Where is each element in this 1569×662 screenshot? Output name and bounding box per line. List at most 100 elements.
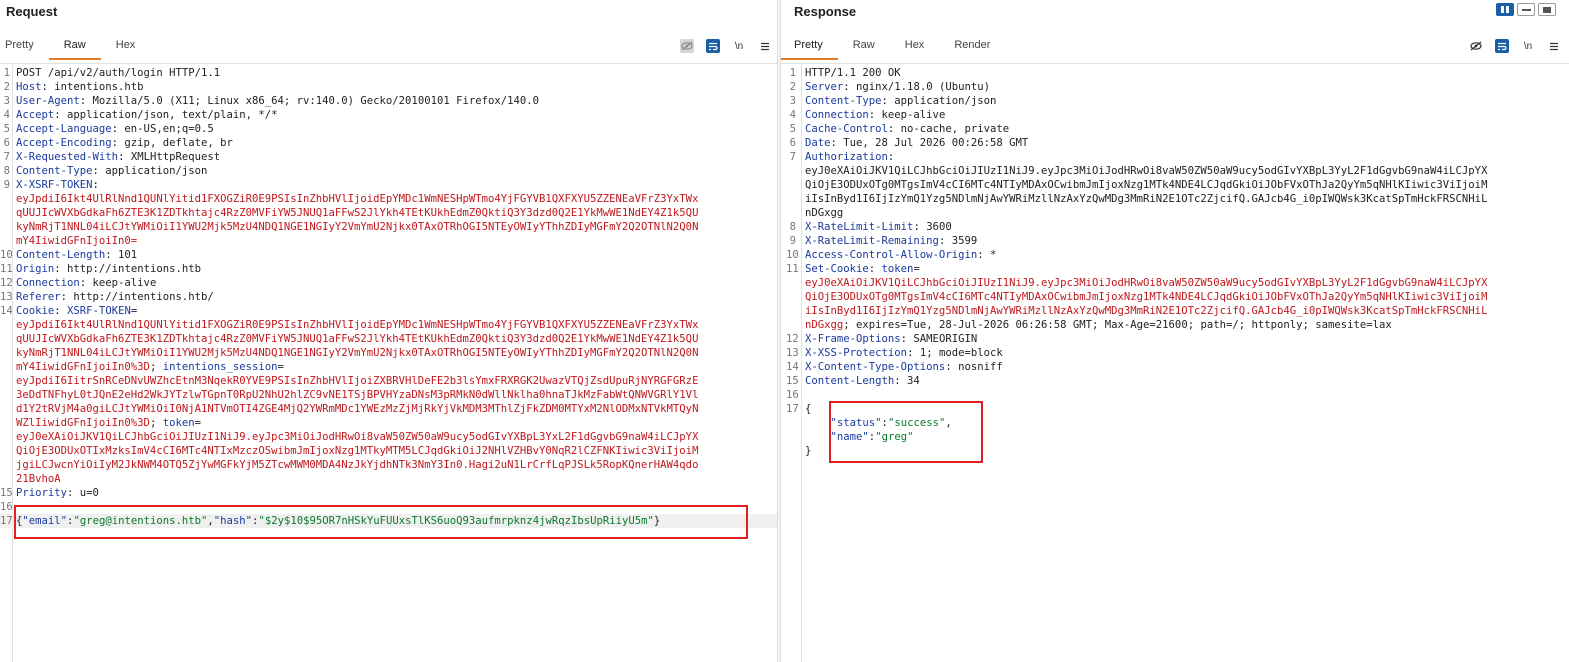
line-number: 5: [789, 123, 796, 135]
code-token: HTTP/1.1 200 OK: [805, 67, 901, 79]
request-pane: Request Pretty Raw Hex \n 1 POST /api/v2/…: [0, 0, 777, 662]
code-token: X-Requested-With: [16, 151, 119, 163]
editor-line: QiOjE3ODUxOTg0MTgsImV4cCI6MTc4NTIyMDAxOC…: [781, 290, 1569, 304]
request-editor[interactable]: 1 POST /api/v2/auth/login HTTP/1.1 2 Host: …: [0, 66, 777, 528]
editor-line: mY4IiwidGFnIjoiIn0=: [0, 234, 777, 248]
line-code: Content-Length: 34: [805, 374, 920, 388]
code-token: :: [868, 263, 882, 275]
wrap-lines-icon[interactable]: [1495, 39, 1509, 53]
layout-toggle: [1493, 3, 1556, 16]
menu-icon[interactable]: [1547, 39, 1561, 53]
editor-line: 15 Priority: u=0: [0, 486, 777, 500]
code-token: : 101: [105, 249, 138, 261]
split-vertical-icon[interactable]: [1517, 3, 1535, 16]
line-number: 15: [0, 487, 13, 499]
line-code: Content-Length: 101: [16, 248, 137, 262]
line-code: qUUJIcWVXbGdkaFh6ZTE3K1ZDTkhtajc4RzZ0MVF…: [16, 206, 698, 220]
menu-icon[interactable]: [758, 39, 772, 53]
tab-response-raw[interactable]: Raw: [838, 34, 890, 60]
code-token: ;: [149, 361, 163, 373]
line-code: Referer: http://intentions.htb/: [16, 290, 214, 304]
tab-response-pretty[interactable]: Pretty: [781, 34, 838, 60]
split-horizontal-icon[interactable]: [1496, 3, 1514, 16]
editor-line: 21BvhoA: [0, 472, 777, 486]
line-code: X-Requested-With: XMLHttpRequest: [16, 150, 220, 164]
code-token: qUUJIcWVXbGdkaFh6ZTE3K1ZDTkhtajc4RzZ0MVF…: [16, 333, 699, 345]
line-code: mY4IiwidGFnIjoiIn0%3D; intentions_sessio…: [16, 360, 284, 374]
line-code: eyJ0eXAiOiJKV1QiLCJhbGciOiJIUzI1NiJ9.eyJ…: [805, 276, 1487, 290]
code-token: XSRF-TOKEN: [67, 305, 131, 317]
editor-line: QiOjE3ODUxOTg0MTgsImV4cCI6MTc4NTIyMDAxOC…: [781, 178, 1569, 192]
response-tabs: Pretty Raw Hex Render: [781, 34, 1005, 60]
line-number: 8: [3, 165, 10, 177]
editor-line: 11 Origin: http://intentions.htb: [0, 262, 777, 276]
code-token: Connection: [16, 277, 80, 289]
editor-line: 1 POST /api/v2/auth/login HTTP/1.1: [0, 66, 777, 80]
code-token: :: [54, 305, 68, 317]
tab-request-pretty[interactable]: Pretty: [0, 34, 49, 60]
line-number: 7: [789, 151, 796, 163]
code-token: QiOjE3ODUxOTg0MTgsImV4cCI6MTc4NTIyMDAxOC…: [805, 179, 1488, 191]
editor-line: 1 HTTP/1.1 200 OK: [781, 66, 1569, 80]
editor-line: 16: [781, 388, 1569, 402]
line-code: X-XSS-Protection: 1; mode=block: [805, 346, 1003, 360]
code-token: jgiLCJwcnYiOiIyM2JkNWM4OTQ5ZjYwMGFkYjM5Z…: [16, 459, 699, 471]
code-token: : http://intentions.htb/: [60, 291, 214, 303]
line-code: qUUJIcWVXbGdkaFh6ZTE3K1ZDTkhtajc4RzZ0MVF…: [16, 332, 698, 346]
editor-line: 8 Content-Type: application/json: [0, 164, 777, 178]
code-token: Content-Length: [16, 249, 106, 261]
request-toolbar: \n: [680, 39, 777, 53]
tab-response-hex[interactable]: Hex: [890, 34, 940, 60]
editor-line: 15 Content-Length: 34: [781, 374, 1569, 388]
line-number: 1: [3, 67, 10, 79]
wrap-lines-icon[interactable]: [706, 39, 720, 53]
line-number: 11: [0, 263, 13, 275]
line-code: Access-Control-Allow-Origin: *: [805, 248, 996, 262]
editor-line: 7 X-Requested-With: XMLHttpRequest: [0, 150, 777, 164]
code-token: :: [92, 179, 99, 191]
line-code: Server: nginx/1.18.0 (Ubuntu): [805, 80, 990, 94]
line-number: 2: [3, 81, 10, 93]
line-number: 17: [786, 403, 799, 415]
line-number: 4: [789, 109, 796, 121]
editor-line: iIsInByd1I6IjIzYmQ1Yzg5NDlmNjAwYWRiMzllN…: [781, 304, 1569, 318]
single-pane-icon[interactable]: [1538, 3, 1556, 16]
line-code: X-Frame-Options: SAMEORIGIN: [805, 332, 977, 346]
editor-line: QiOjE3ODUxOTIxMzksImV4cCI6MTc4NTIxMzczOS…: [0, 444, 777, 458]
code-token: kyNmRjT1NNL04iLCJtYWMiOiI1YWU2Mjk5MzU4ND…: [16, 347, 699, 359]
line-code: Connection: keep-alive: [805, 108, 945, 122]
response-body-highlight-box: [829, 401, 983, 463]
hide-nonprintable-icon[interactable]: [680, 39, 694, 53]
line-code: Date: Tue, 28 Jul 2026 00:26:58 GMT: [805, 136, 1028, 150]
code-token: : application/json: [881, 95, 997, 107]
hide-nonprintable-icon[interactable]: [1469, 39, 1483, 53]
code-token: =: [130, 305, 138, 317]
newline-icon[interactable]: \n: [732, 39, 746, 53]
tab-request-raw[interactable]: Raw: [48, 34, 101, 60]
code-token: : Mozilla/5.0 (X11; Linux x86_64; rv:140…: [79, 95, 539, 107]
line-code: QiOjE3ODUxOTg0MTgsImV4cCI6MTc4NTIyMDAxOC…: [805, 290, 1487, 304]
code-token: mY4IiwidGFnIjoiIn0=: [16, 235, 138, 247]
line-number: 14: [0, 305, 13, 317]
line-code: 21BvhoA: [16, 472, 61, 486]
code-token: : XMLHttpRequest: [118, 151, 221, 163]
response-editor[interactable]: 1 HTTP/1.1 200 OK 2 Server: nginx/1.18.0 (U…: [781, 66, 1569, 458]
code-token: Accept-Encoding: [16, 137, 112, 149]
line-code: iIsInByd1I6IjIzYmQ1Yzg5NDlmNjAwYWRiMzllN…: [805, 304, 1487, 318]
code-token: intentions_session: [162, 361, 278, 373]
line-number: 16: [0, 501, 13, 513]
editor-line: jgiLCJwcnYiOiIyM2JkNWM4OTQ5ZjYwMGFkYjM5Z…: [0, 458, 777, 472]
editor-line: 9 X-RateLimit-Remaining: 3599: [781, 234, 1569, 248]
line-number: 7: [3, 151, 10, 163]
code-token: =: [194, 417, 201, 429]
response-tab-divider: [781, 63, 1569, 64]
tab-request-hex[interactable]: Hex: [101, 34, 151, 60]
tab-response-render[interactable]: Render: [939, 34, 1005, 60]
line-number: 16: [786, 389, 799, 401]
editor-line: eyJ0eXAiOiJKV1QiLCJhbGciOiJIUzI1NiJ9.eyJ…: [781, 164, 1569, 178]
line-code: Cookie: XSRF-TOKEN=: [16, 304, 137, 318]
code-token: X-RateLimit-Limit: [805, 221, 914, 233]
newline-icon[interactable]: \n: [1521, 39, 1535, 53]
code-token: X-Frame-Options: [805, 333, 901, 345]
